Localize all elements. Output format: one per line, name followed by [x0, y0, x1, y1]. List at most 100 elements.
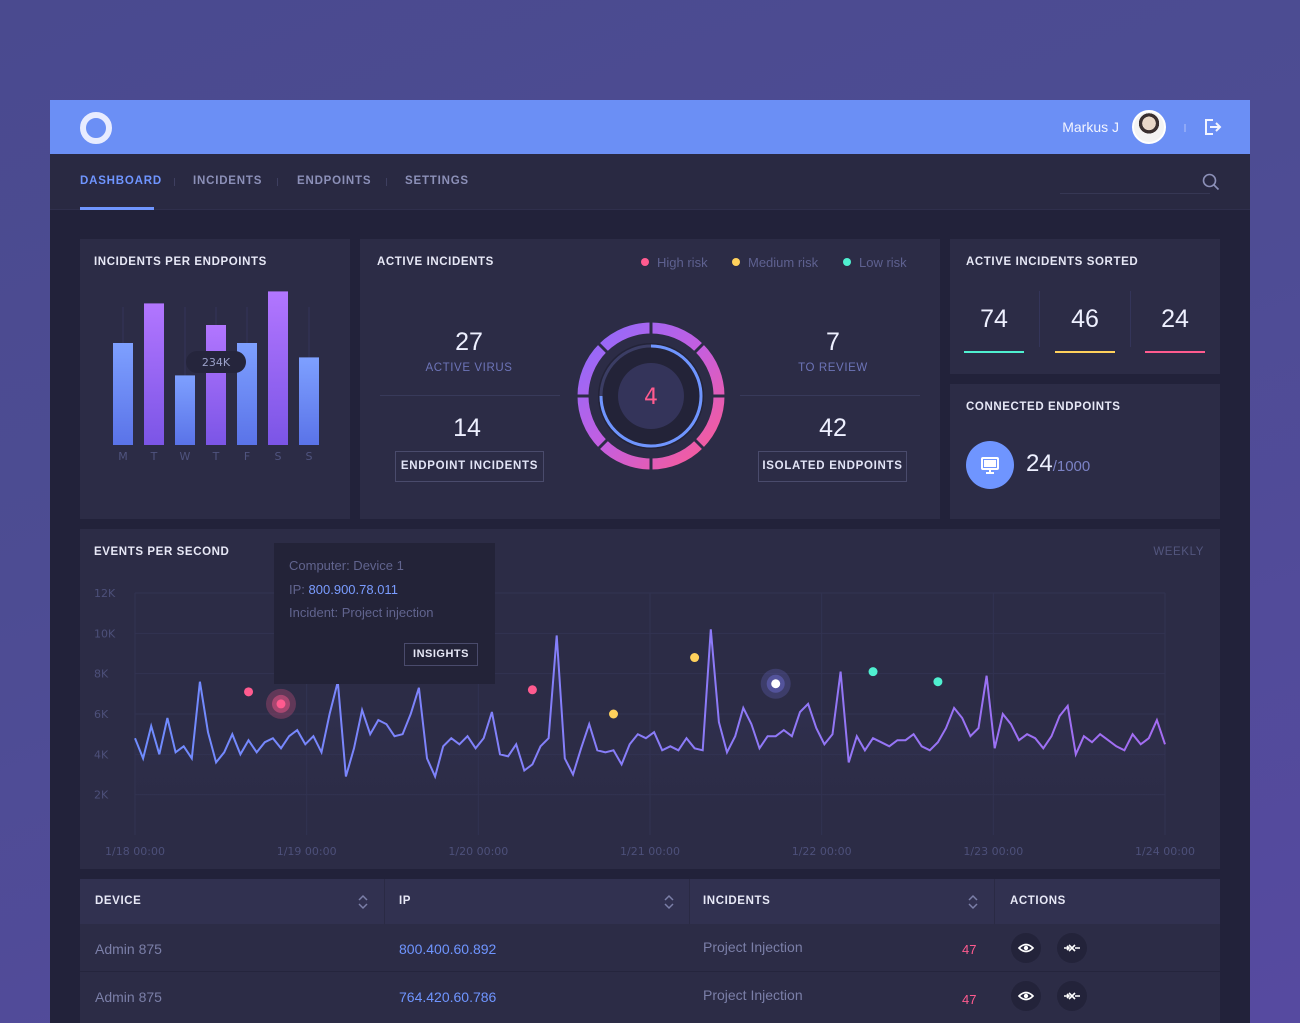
user-name[interactable]: Markus J	[1062, 119, 1119, 135]
logout-icon[interactable]	[1202, 117, 1222, 137]
bar-1[interactable]	[144, 303, 164, 445]
active-tab-indicator	[80, 207, 154, 210]
th-device[interactable]: DEVICE	[95, 895, 141, 907]
bar-x-label: T	[212, 450, 220, 463]
table-row[interactable]: Admin 875 800.400.60.892 Project Injecti…	[80, 924, 1220, 972]
low-risk-dot	[843, 258, 851, 266]
table-row[interactable]: Admin 875 764.420.60.786 Project Injecti…	[80, 972, 1220, 1020]
search-icon[interactable]	[1202, 173, 1220, 191]
table-header: DEVICE IP INCIDENTS ACTIONS	[80, 879, 1220, 924]
tab-endpoints[interactable]: ENDPOINTS	[297, 175, 371, 187]
card-title: CONNECTED ENDPOINTS	[966, 401, 1121, 413]
connected-count: 24/1000	[1026, 450, 1091, 477]
event-marker-4[interactable]	[690, 653, 700, 663]
to-review-label: TO REVIEW	[798, 362, 868, 374]
event-marker-7[interactable]	[933, 677, 943, 687]
tab-dashboard[interactable]: DASHBOARD	[80, 175, 162, 187]
divider	[740, 395, 920, 396]
header-divider	[994, 879, 995, 924]
bar-x-label: S	[275, 450, 282, 463]
y-tick-label: 12K	[94, 587, 116, 600]
search-input[interactable]	[1060, 193, 1210, 194]
logo-ring-icon[interactable]	[80, 112, 112, 144]
th-ip[interactable]: IP	[399, 895, 411, 907]
insights-button[interactable]: INSIGHTS	[404, 643, 478, 666]
legend-low-risk: Low risk	[843, 255, 907, 270]
bar-6[interactable]	[299, 357, 319, 445]
bar-3[interactable]	[206, 325, 226, 445]
connected-endpoints-card: CONNECTED ENDPOINTS 24/1000	[950, 384, 1220, 519]
eye-icon	[1017, 943, 1035, 953]
isolate-icon	[1064, 992, 1080, 1000]
header-divider	[1184, 124, 1186, 132]
low-risk-bar	[964, 351, 1024, 353]
dashboard-app: Markus J DASHBOARD INCIDENTS ENDPOINTS S…	[50, 100, 1250, 1023]
endpoint-incidents-button[interactable]: ENDPOINT INCIDENTS	[395, 451, 544, 482]
eye-icon	[1017, 991, 1035, 1001]
incidents-bar-chart: M T W T F S S 234K	[113, 291, 319, 463]
y-tick-label: 2K	[94, 789, 109, 802]
view-button[interactable]	[1011, 933, 1041, 963]
medium-risk-bar	[1055, 351, 1115, 353]
y-tick-label: 10K	[94, 627, 116, 640]
avatar[interactable]	[1132, 110, 1166, 144]
events-per-second-card: EVENTS PER SECOND WEEKLY 12K 10K 8K 6K 4K 2K …	[80, 529, 1220, 869]
cell-incident-count: 47	[962, 942, 977, 957]
y-tick-label: 4K	[94, 748, 109, 761]
cell-incident: Project Injection	[703, 939, 803, 955]
x-tick-label: 1/22 00:00	[792, 845, 852, 858]
tab-divider	[277, 178, 278, 186]
bar-2[interactable]	[175, 375, 195, 445]
cell-incident: Project Injection	[703, 987, 803, 1003]
tab-divider	[174, 178, 175, 186]
divider	[380, 395, 560, 396]
bar-0[interactable]	[113, 343, 133, 445]
bar-x-label: F	[244, 450, 250, 463]
event-marker-1[interactable]	[276, 699, 286, 709]
incident-ring-gauge: 4	[576, 321, 726, 471]
tab-incidents[interactable]: INCIDENTS	[193, 175, 262, 187]
event-marker-0[interactable]	[244, 687, 254, 697]
cell-ip[interactable]: 800.400.60.892	[399, 941, 496, 957]
x-tick-label: 1/20 00:00	[448, 845, 508, 858]
event-marker-3[interactable]	[609, 709, 619, 719]
nav-bar: DASHBOARD INCIDENTS ENDPOINTS SETTINGS	[50, 154, 1250, 210]
sorted-count-medium: 46	[1071, 305, 1099, 333]
isolated-endpoints-value: 42	[819, 414, 847, 442]
cell-ip[interactable]: 764.420.60.786	[399, 989, 496, 1005]
high-risk-bar	[1145, 351, 1205, 353]
event-marker-5[interactable]	[771, 679, 781, 689]
x-tick-label: 1/23 00:00	[963, 845, 1023, 858]
legend-high-risk: High risk	[641, 255, 708, 270]
bar-tooltip-value: 234K	[202, 356, 231, 369]
x-tick-label: 1/18 00:00	[105, 845, 165, 858]
gauge-center-value: 4	[644, 385, 658, 410]
tab-settings[interactable]: SETTINGS	[405, 175, 469, 187]
isolate-button[interactable]	[1057, 933, 1087, 963]
sort-icon[interactable]	[966, 894, 980, 910]
endpoint-incidents-value: 14	[453, 414, 481, 442]
event-marker-6[interactable]	[868, 667, 878, 677]
devices-table: DEVICE IP INCIDENTS ACTIONS Admin 875 80…	[80, 879, 1220, 1023]
active-incidents-card: ACTIVE INCIDENTS High risk Medium risk L…	[360, 239, 940, 519]
divider	[1039, 291, 1040, 347]
y-tick-label: 6K	[94, 708, 109, 721]
x-tick-label: 1/21 00:00	[620, 845, 680, 858]
tooltip-incident: Incident: Project injection	[289, 605, 434, 620]
bar-5[interactable]	[268, 291, 288, 445]
view-button[interactable]	[1011, 981, 1041, 1011]
to-review-value: 7	[826, 328, 840, 356]
event-marker-2[interactable]	[527, 685, 537, 695]
cell-device: Admin 875	[95, 989, 162, 1005]
th-incidents[interactable]: INCIDENTS	[703, 895, 770, 907]
isolated-endpoints-button[interactable]: ISOLATED ENDPOINTS	[758, 451, 907, 482]
active-virus-label: ACTIVE VIRUS	[425, 362, 513, 374]
medium-risk-dot	[732, 258, 740, 266]
isolate-button[interactable]	[1057, 981, 1087, 1011]
sort-icon[interactable]	[662, 894, 676, 910]
sort-icon[interactable]	[356, 894, 370, 910]
incidents-per-endpoints-card: INCIDENTS PER ENDPOINTS MTWTFSS 234K	[80, 239, 350, 519]
tab-divider	[386, 178, 387, 186]
events-line-chart: 12K 10K 8K 6K 4K 2K 1/18 00:00 1/19 00:00 1/20 …	[94, 587, 1195, 858]
x-tick-label: 1/24 00:00	[1135, 845, 1195, 858]
